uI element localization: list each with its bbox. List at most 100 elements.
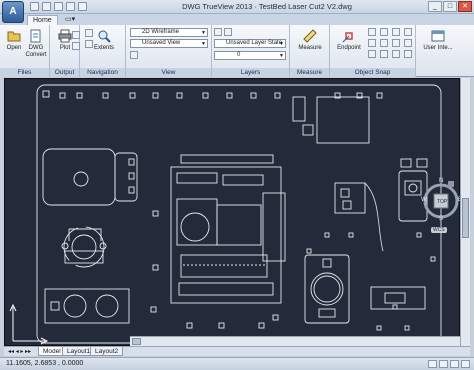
- ribbon-minimize-icon[interactable]: ▭▾: [60, 15, 80, 25]
- named-view-value: Unsaved View: [142, 40, 181, 46]
- window-title: DWG TrueView 2013 · TestBed Laser Cut2 V…: [182, 2, 352, 11]
- panel-output: Plot Output: [50, 25, 80, 77]
- header-top: [180, 154, 274, 164]
- printer-icon: [58, 29, 72, 43]
- panel-files: Open DWG Convert Files: [0, 25, 50, 77]
- component-box-top-right: [316, 96, 370, 144]
- panel-layers-label: Layers: [212, 68, 289, 77]
- pan-status-icon[interactable]: [428, 360, 437, 368]
- visual-style-value: 2D Wireframe: [142, 29, 180, 35]
- plot-icon[interactable]: [54, 2, 63, 11]
- tangent-snap-icon[interactable]: [368, 50, 376, 58]
- insertion-snap-icon[interactable]: [392, 39, 400, 47]
- nearest-snap-icon[interactable]: [380, 50, 388, 58]
- perpendicular-snap-icon[interactable]: [404, 39, 412, 47]
- vertical-scrollbar[interactable]: [460, 78, 470, 346]
- parallel-snap-icon[interactable]: [392, 50, 400, 58]
- zoom-extents-button[interactable]: Extents: [92, 29, 116, 52]
- endpoint-button[interactable]: Endpoint: [334, 29, 364, 52]
- preview-icon[interactable]: [72, 42, 80, 50]
- horizontal-scroll-thumb[interactable]: [132, 338, 141, 345]
- battery-holder: [42, 148, 116, 206]
- undo-icon[interactable]: [66, 2, 75, 11]
- clean-screen-icon[interactable]: [461, 360, 470, 368]
- dwg-trueview-window: A DWG TrueView 2013 · TestBed Laser Cut2…: [0, 0, 474, 370]
- named-view-dropdown[interactable]: Unsaved View ▼: [130, 39, 208, 48]
- steeringwheel-icon[interactable]: [450, 360, 459, 368]
- panel-view: 2D Wireframe ▼ Unsaved View ▼ View: [126, 25, 212, 77]
- visual-style-dropdown[interactable]: 2D Wireframe ▼: [130, 28, 208, 37]
- endpoint-label: Endpoint: [337, 45, 361, 51]
- extension-snap-icon[interactable]: [380, 39, 388, 47]
- batch-plot-icon[interactable]: [72, 31, 80, 39]
- chevron-down-icon: ▼: [201, 30, 206, 36]
- measure-label: Measure: [298, 45, 322, 51]
- minimize-button[interactable]: _: [428, 1, 442, 12]
- view-manager-icon[interactable]: [130, 51, 138, 59]
- layer-icon[interactable]: [224, 28, 232, 36]
- status-bar: 11.1605, 2.6853 , 0.0000: [0, 357, 474, 370]
- panel-output-label: Output: [50, 68, 79, 77]
- endpoint-snap-icon: [342, 32, 353, 43]
- tab-home[interactable]: Home: [27, 15, 58, 25]
- window-controls: _ □ ✕: [428, 1, 472, 12]
- ucs-icon: [9, 303, 49, 345]
- viewcube[interactable]: TOP N S W E WCS: [417, 171, 465, 237]
- node-snap-icon[interactable]: [392, 28, 400, 36]
- layer-properties-icon[interactable]: [214, 28, 222, 36]
- user-interface-label: User Inte...: [423, 45, 453, 51]
- panel-measure: Measure Measure: [290, 25, 330, 77]
- layer-state-dropdown[interactable]: Unsaved Layer State ▼: [214, 39, 286, 48]
- open-button[interactable]: Open: [2, 29, 26, 52]
- wcs-menu[interactable]: WCS: [431, 227, 447, 233]
- switch-plate: [370, 286, 426, 310]
- vertical-scroll-thumb[interactable]: [462, 198, 469, 238]
- viewcube-top-face[interactable]: TOP: [437, 199, 447, 205]
- dwg-convert-button[interactable]: DWG Convert: [24, 29, 48, 58]
- tab-nav-arrows-icon[interactable]: ◂◂ ◂ ▸ ▸▸: [8, 348, 31, 355]
- speaker-housing: [304, 254, 350, 324]
- panel-layers: Unsaved Layer State ▼ 0 ▼ Layers: [212, 25, 290, 77]
- maximize-button[interactable]: □: [443, 1, 457, 12]
- zoom-status-icon[interactable]: [439, 360, 448, 368]
- current-layer-dropdown[interactable]: 0 ▼: [214, 51, 286, 60]
- compass-north-label[interactable]: N: [439, 178, 443, 184]
- panel-view-label: View: [126, 68, 211, 77]
- compass-west-label[interactable]: W: [421, 197, 427, 203]
- dwg-convert-label-2: Convert: [25, 51, 47, 58]
- osnap-settings-icon[interactable]: [404, 50, 412, 58]
- close-button[interactable]: ✕: [458, 1, 472, 12]
- board-outline: [36, 84, 442, 344]
- chevron-down-icon: ▼: [201, 41, 206, 47]
- chevron-down-icon: ▼: [279, 41, 284, 47]
- open-icon[interactable]: [30, 2, 39, 11]
- ribbon: Open DWG Convert Files Plot Output Exten…: [0, 25, 474, 77]
- save-icon[interactable]: [42, 2, 51, 11]
- dwg-convert-label-1: DWG: [28, 45, 44, 51]
- component-box-mid-right: [334, 182, 366, 214]
- layer-state-value: Unsaved Layer State: [226, 40, 283, 46]
- tab-layout2[interactable]: Layout2: [90, 347, 124, 356]
- redo-icon[interactable]: [78, 2, 87, 11]
- zoom-extents-icon: [98, 30, 111, 43]
- panel-object-snap: Endpoint Object Snap: [330, 25, 416, 77]
- horizontal-scrollbar[interactable]: [130, 336, 460, 346]
- intersection-snap-icon[interactable]: [368, 39, 376, 47]
- center-snap-icon[interactable]: [380, 28, 388, 36]
- panel-measure-label: Measure: [290, 68, 329, 77]
- measure-button[interactable]: Measure: [298, 29, 322, 52]
- midpoint-snap-icon[interactable]: [368, 28, 376, 36]
- drawing-canvas[interactable]: TOP N S W E WCS: [4, 78, 462, 346]
- quick-access-toolbar: [30, 2, 87, 11]
- compass-south-label[interactable]: S: [439, 216, 443, 222]
- orbit-icon[interactable]: [85, 40, 93, 48]
- quadrant-snap-icon[interactable]: [404, 28, 412, 36]
- application-menu-button[interactable]: A: [2, 1, 24, 23]
- status-tray: [428, 360, 470, 368]
- panel-navigation: Extents Navigation: [80, 25, 126, 77]
- open-label: Open: [6, 45, 22, 51]
- cad-drawing: [9, 84, 442, 345]
- user-interface-button[interactable]: User Inte...: [418, 29, 458, 52]
- dwg-convert-icon: [30, 29, 41, 43]
- panel-files-label: Files: [0, 68, 49, 77]
